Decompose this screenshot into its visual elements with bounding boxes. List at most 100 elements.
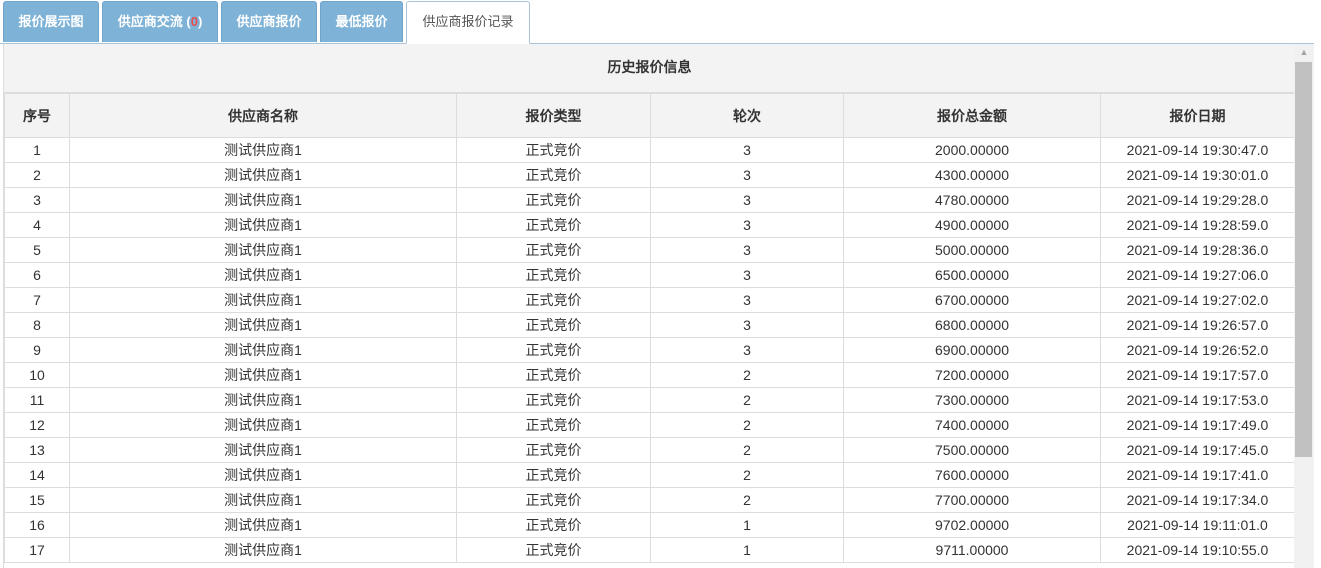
cell-round: 3 [650, 212, 844, 238]
cell-quote-type: 正式竞价 [456, 162, 651, 188]
cell-index: 10 [4, 362, 70, 388]
cell-quote-date: 2021-09-14 19:17:57.0 [1100, 362, 1295, 388]
table-row: 16 测试供应商1 正式竞价 1 9702.00000 2021-09-14 19:11:… [4, 512, 1295, 538]
table-title: 历史报价信息 [4, 44, 1295, 93]
table-row: 7 测试供应商1 正式竞价 3 6700.00000 2021-09-14 19:27:0… [4, 287, 1295, 313]
cell-quote-date: 2021-09-14 19:30:47.0 [1100, 137, 1295, 163]
cell-round: 2 [650, 387, 844, 413]
scrollbar-thumb[interactable] [1295, 62, 1312, 457]
cell-quote-date: 2021-09-14 19:10:55.0 [1100, 537, 1295, 563]
tab-quote-chart[interactable]: 报价展示图 [3, 1, 99, 42]
cell-quote-date: 2021-09-14 19:28:59.0 [1100, 212, 1295, 238]
cell-index: 16 [4, 512, 70, 538]
cell-round: 1 [650, 537, 844, 563]
cell-quote-type: 正式竞价 [456, 487, 651, 513]
cell-quote-type: 正式竞价 [456, 262, 651, 288]
cell-supplier-name: 测试供应商1 [69, 162, 457, 188]
triangle-up-icon[interactable]: ▲ [1294, 44, 1314, 61]
tab-label: 最低报价 [335, 14, 388, 29]
cell-total-amount: 9711.00000 [843, 537, 1101, 563]
cell-index: 3 [4, 187, 70, 213]
table-header-row: 序号 供应商名称 报价类型 轮次 报价总金额 报价日期 [4, 93, 1295, 138]
cell-quote-type: 正式竞价 [456, 312, 651, 338]
column-header-total-amount: 报价总金额 [843, 93, 1101, 138]
cell-quote-type: 正式竞价 [456, 462, 651, 488]
cell-total-amount: 4780.00000 [843, 187, 1101, 213]
cell-quote-type: 正式竞价 [456, 512, 651, 538]
cell-quote-type: 正式竞价 [456, 412, 651, 438]
table-row: 4 测试供应商1 正式竞价 3 4900.00000 2021-09-14 19:28:5… [4, 212, 1295, 238]
cell-total-amount: 6500.00000 [843, 262, 1101, 288]
cell-supplier-name: 测试供应商1 [69, 262, 457, 288]
cell-index: 9 [4, 337, 70, 363]
cell-total-amount: 7600.00000 [843, 462, 1101, 488]
cell-index: 7 [4, 287, 70, 313]
table-row: 11 测试供应商1 正式竞价 2 7300.00000 2021-09-14 19:17:… [4, 387, 1295, 413]
cell-total-amount: 4300.00000 [843, 162, 1101, 188]
cell-total-amount: 9702.00000 [843, 512, 1101, 538]
cell-round: 2 [650, 487, 844, 513]
tab-label: 供应商交流 [117, 14, 183, 29]
quote-history-table: 序号 供应商名称 报价类型 轮次 报价总金额 报价日期 1 测试供应商1 正式竞价 3… [4, 93, 1295, 563]
column-header-quote-date: 报价日期 [1100, 93, 1295, 138]
cell-index: 4 [4, 212, 70, 238]
cell-index: 14 [4, 462, 70, 488]
cell-total-amount: 5000.00000 [843, 237, 1101, 263]
table-row: 15 测试供应商1 正式竞价 2 7700.00000 2021-09-14 19:17:… [4, 487, 1295, 513]
column-header-quote-type: 报价类型 [456, 93, 651, 138]
cell-round: 1 [650, 512, 844, 538]
cell-index: 15 [4, 487, 70, 513]
cell-quote-type: 正式竞价 [456, 437, 651, 463]
cell-quote-type: 正式竞价 [456, 362, 651, 388]
tab-supplier-quote-records[interactable]: 供应商报价记录 [406, 1, 530, 44]
tab-supplier-quotes[interactable]: 供应商报价 [221, 1, 317, 42]
table-row: 10 测试供应商1 正式竞价 2 7200.00000 2021-09-14 19:17:… [4, 362, 1295, 388]
cell-supplier-name: 测试供应商1 [69, 137, 457, 163]
tab-label: 供应商报价 [236, 14, 302, 29]
cell-supplier-name: 测试供应商1 [69, 412, 457, 438]
tab-lowest-quote[interactable]: 最低报价 [320, 1, 403, 42]
cell-supplier-name: 测试供应商1 [69, 237, 457, 263]
cell-round: 3 [650, 162, 844, 188]
cell-quote-date: 2021-09-14 19:30:01.0 [1100, 162, 1295, 188]
cell-supplier-name: 测试供应商1 [69, 487, 457, 513]
cell-index: 12 [4, 412, 70, 438]
table-row: 8 测试供应商1 正式竞价 3 6800.00000 2021-09-14 19:26:5… [4, 312, 1295, 338]
tab-supplier-communication[interactable]: 供应商交流 (0) [102, 1, 218, 42]
cell-round: 3 [650, 237, 844, 263]
quote-history-panel: 历史报价信息 序号 供应商名称 报价类型 轮次 报价总金额 报价日期 1 测试供应… [3, 44, 1295, 568]
cell-index: 6 [4, 262, 70, 288]
table-row: 12 测试供应商1 正式竞价 2 7400.00000 2021-09-14 19:17:… [4, 412, 1295, 438]
cell-round: 3 [650, 312, 844, 338]
vertical-scrollbar[interactable]: ▲ [1294, 44, 1314, 568]
cell-total-amount: 6800.00000 [843, 312, 1101, 338]
cell-index: 8 [4, 312, 70, 338]
cell-index: 17 [4, 537, 70, 563]
cell-round: 2 [650, 362, 844, 388]
cell-total-amount: 7700.00000 [843, 487, 1101, 513]
message-count-badge: 0 [190, 14, 198, 29]
column-header-index: 序号 [4, 93, 70, 138]
table-row: 5 测试供应商1 正式竞价 3 5000.00000 2021-09-14 19:28:3… [4, 237, 1295, 263]
table-row: 17 测试供应商1 正式竞价 1 9711.00000 2021-09-14 19:10:… [4, 537, 1295, 563]
cell-supplier-name: 测试供应商1 [69, 537, 457, 563]
cell-quote-type: 正式竞价 [456, 212, 651, 238]
cell-supplier-name: 测试供应商1 [69, 187, 457, 213]
cell-quote-date: 2021-09-14 19:17:34.0 [1100, 487, 1295, 513]
cell-quote-date: 2021-09-14 19:28:36.0 [1100, 237, 1295, 263]
cell-total-amount: 7500.00000 [843, 437, 1101, 463]
cell-quote-type: 正式竞价 [456, 187, 651, 213]
cell-total-amount: 7300.00000 [843, 387, 1101, 413]
cell-quote-date: 2021-09-14 19:17:41.0 [1100, 462, 1295, 488]
cell-quote-type: 正式竞价 [456, 337, 651, 363]
cell-supplier-name: 测试供应商1 [69, 212, 457, 238]
table-body: 1 测试供应商1 正式竞价 3 2000.00000 2021-09-14 19:30:4… [4, 137, 1295, 563]
table-row: 1 测试供应商1 正式竞价 3 2000.00000 2021-09-14 19:30:4… [4, 137, 1295, 163]
cell-round: 2 [650, 437, 844, 463]
cell-quote-date: 2021-09-14 19:27:02.0 [1100, 287, 1295, 313]
cell-quote-date: 2021-09-14 19:29:28.0 [1100, 187, 1295, 213]
table-row: 2 测试供应商1 正式竞价 3 4300.00000 2021-09-14 19:30:0… [4, 162, 1295, 188]
table-row: 14 测试供应商1 正式竞价 2 7600.00000 2021-09-14 19:17:… [4, 462, 1295, 488]
tab-label: 供应商报价记录 [422, 14, 514, 29]
cell-quote-type: 正式竞价 [456, 237, 651, 263]
